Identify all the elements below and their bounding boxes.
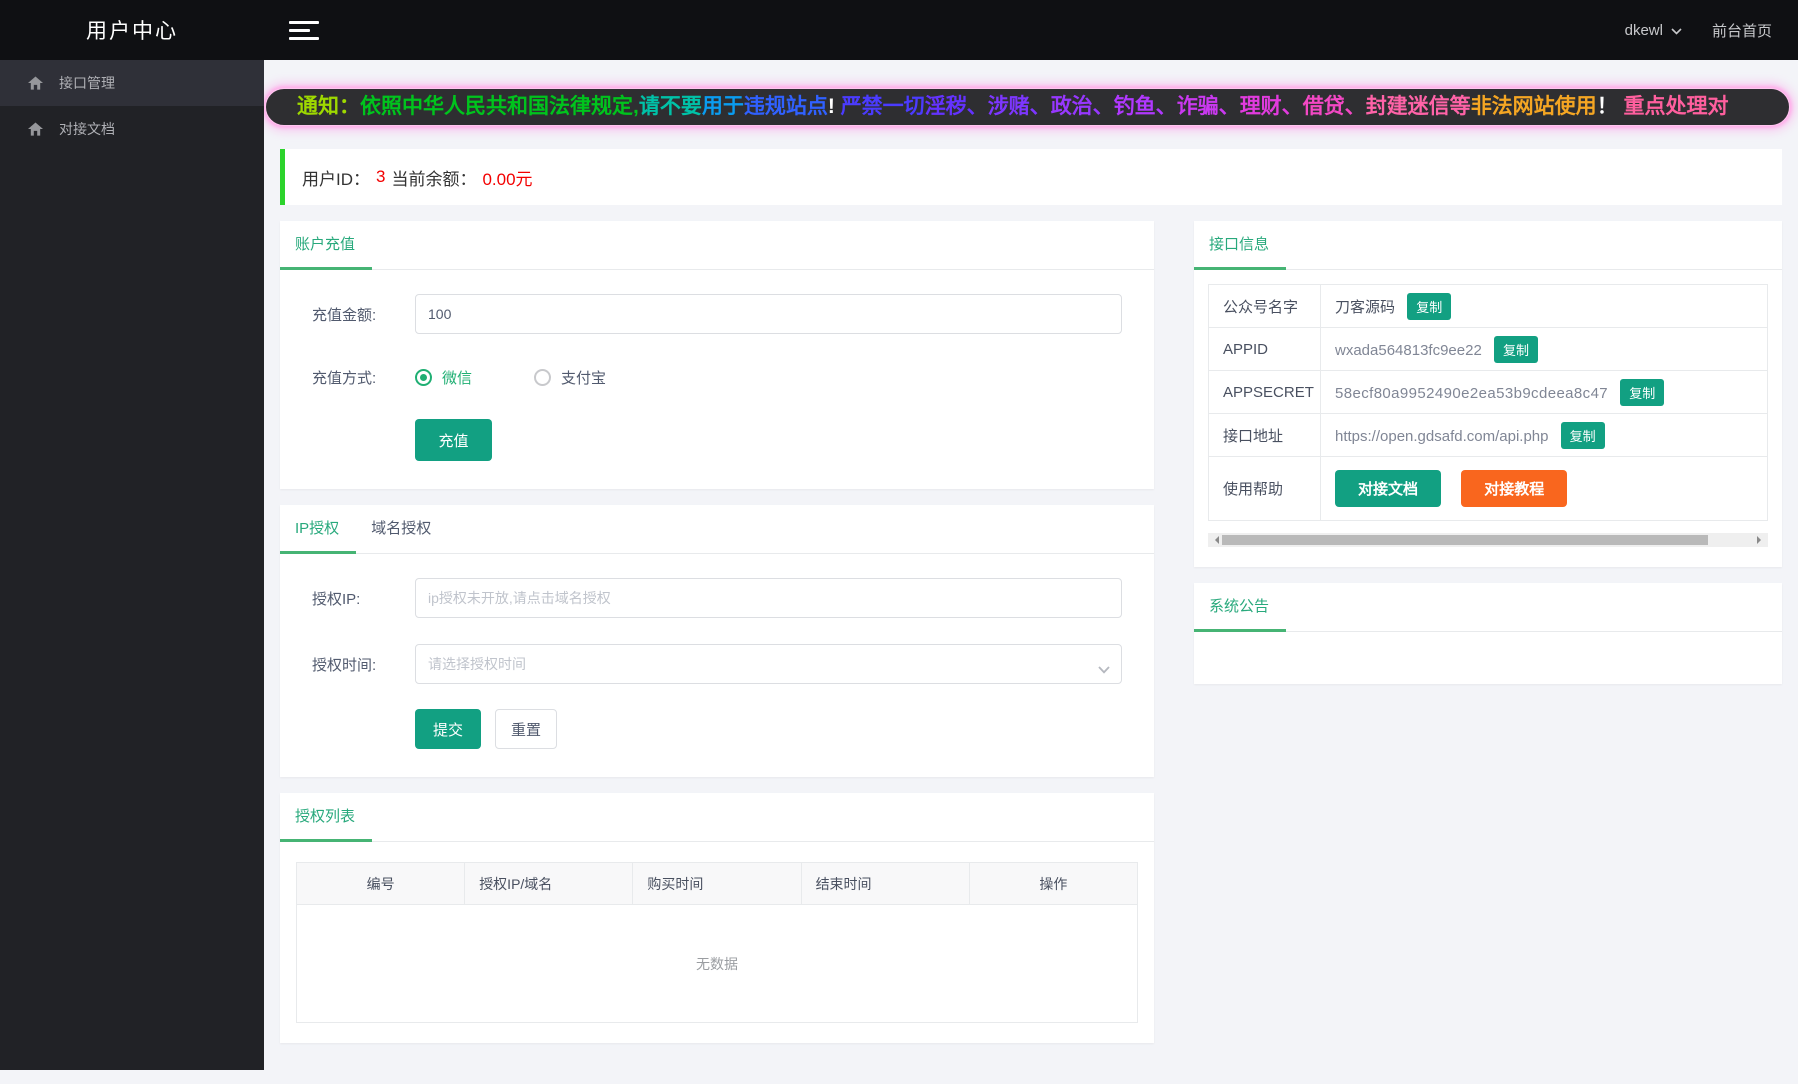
auth-table: 编号 授权IP/域名 购买时间 结束时间 操作 无数据 [296, 862, 1138, 1023]
reset-button[interactable]: 重置 [495, 709, 557, 749]
radio-circle-icon [415, 369, 432, 386]
sidebar-item-label: 接口管理 [59, 75, 115, 91]
page: 用户中心 dkewl 前台首页 接口管理 对接文档 通知：依照中华人民共和国法律… [0, 0, 1798, 1084]
time-label: 授权时间: [312, 656, 377, 674]
info-label: APPID [1208, 327, 1321, 371]
empty-text: 无数据 [696, 955, 738, 972]
copy-button[interactable]: 复制 [1493, 335, 1538, 363]
sidebar: 接口管理 对接文档 [0, 60, 264, 1070]
scroll-right-arrow-icon[interactable] [1757, 536, 1765, 544]
top-bar: 用户中心 dkewl 前台首页 [0, 0, 1798, 60]
info-value: wxada564813fc9ee22 [1335, 341, 1482, 359]
user-id-bar: 用户ID： 3 当前余额： 0.00元 [280, 149, 1782, 205]
sidebar-item-api-management[interactable]: 接口管理 [0, 60, 264, 106]
balance-value: 0.00元 [482, 169, 533, 189]
amount-input[interactable] [415, 294, 1122, 334]
col-header-ip-domain: 授权IP/域名 [464, 862, 634, 905]
amount-label: 充值金额: [312, 306, 377, 324]
chevron-down-icon [1671, 22, 1682, 39]
doc-button[interactable]: 对接文档 [1335, 470, 1442, 507]
ip-input[interactable] [415, 578, 1122, 618]
horizontal-scrollbar[interactable] [1208, 533, 1768, 547]
auth-list-card: 授权列表 编号 授权IP/域名 购买时间 结束时间 操作 无数据 [280, 793, 1154, 1043]
col-header-end-time: 结束时间 [801, 862, 970, 905]
tab-ip-auth[interactable]: IP授权 [280, 505, 357, 554]
col-header-actions: 操作 [969, 862, 1138, 905]
scrollbar-thumb[interactable] [1222, 535, 1708, 545]
announcement-card: 系统公告 [1194, 583, 1782, 684]
radio-alipay[interactable]: 支付宝 [534, 367, 606, 388]
tab-account-recharge[interactable]: 账户充值 [280, 221, 373, 270]
app-logo: 用户中心 [86, 20, 178, 43]
hamburger-menu-icon[interactable] [289, 20, 321, 40]
copy-button[interactable]: 复制 [1407, 292, 1452, 320]
main-content: 通知：依照中华人民共和国法律规定,请不要用于违规站点! 严禁一切淫秽、涉赌、政治… [264, 60, 1798, 1084]
col-header-id: 编号 [296, 862, 466, 905]
col-header-buy-time: 购买时间 [632, 862, 802, 905]
info-table: 公众号名字 刀客源码 复制 APPID wxada564813fc9ee22 复… [1208, 284, 1768, 521]
user-id-label: 用户ID： [302, 169, 370, 189]
tab-auth-list[interactable]: 授权列表 [280, 793, 373, 842]
method-label: 充值方式: [312, 370, 377, 387]
recharge-card: 账户充值 充值金额: 充值方式: 微信 [280, 221, 1154, 489]
sidebar-item-docs[interactable]: 对接文档 [0, 106, 264, 152]
radio-wechat[interactable]: 微信 [415, 367, 472, 388]
user-dropdown[interactable]: dkewl [1625, 22, 1682, 39]
notice-banner: 通知：依照中华人民共和国法律规定,请不要用于违规站点! 严禁一切淫秽、涉赌、政治… [265, 88, 1790, 126]
copy-button[interactable]: 复制 [1620, 378, 1665, 406]
tutorial-button[interactable]: 对接教程 [1461, 470, 1568, 507]
ip-label: 授权IP: [312, 590, 361, 608]
submit-button[interactable]: 提交 [415, 709, 481, 749]
info-value: 58ecf80a9952490e2ea53b9cdeea8c47 [1335, 384, 1609, 402]
time-select[interactable]: 请选择授权时间 [415, 644, 1122, 684]
api-info-card: 接口信息 公众号名字 刀客源码 复制 APPID wxada564813fc9e… [1194, 221, 1782, 567]
tab-announcement[interactable]: 系统公告 [1194, 583, 1287, 632]
recharge-button[interactable]: 充值 [415, 419, 492, 461]
notice-text: 通知：依照中华人民共和国法律规定,请不要用于违规站点! 严禁一切淫秽、涉赌、政治… [297, 95, 1729, 118]
user-id-value: 3 [376, 167, 386, 186]
info-table-viewport: 公众号名字 刀客源码 复制 APPID wxada564813fc9ee22 复… [1208, 284, 1768, 521]
username: dkewl [1624, 21, 1663, 39]
announcement-body [1194, 632, 1782, 684]
scroll-left-arrow-icon[interactable] [1211, 536, 1219, 544]
radio-circle-icon [534, 369, 552, 386]
info-value: 刀客源码 [1335, 298, 1396, 316]
home-icon [28, 122, 43, 136]
info-label: APPSECRET [1208, 370, 1321, 414]
auth-card: IP授权 域名授权 授权IP: 授权时间: 请选择授权时间 [280, 505, 1154, 777]
info-label: 公众号名字 [1208, 284, 1321, 328]
info-label: 接口地址 [1208, 413, 1321, 457]
time-select-placeholder: 请选择授权时间 [428, 656, 526, 672]
home-icon [28, 76, 43, 90]
info-value: https://open.gdsafd.com/api.php [1335, 427, 1549, 445]
tab-domain-auth[interactable]: 域名授权 [356, 505, 448, 553]
copy-button[interactable]: 复制 [1560, 421, 1605, 449]
balance-label: 当前余额： [391, 169, 477, 189]
chevron-down-icon [1098, 661, 1110, 677]
front-home-link[interactable]: 前台首页 [1712, 20, 1772, 41]
tab-api-info[interactable]: 接口信息 [1194, 221, 1287, 270]
sidebar-item-label: 对接文档 [59, 121, 115, 137]
info-label: 使用帮助 [1208, 456, 1321, 521]
